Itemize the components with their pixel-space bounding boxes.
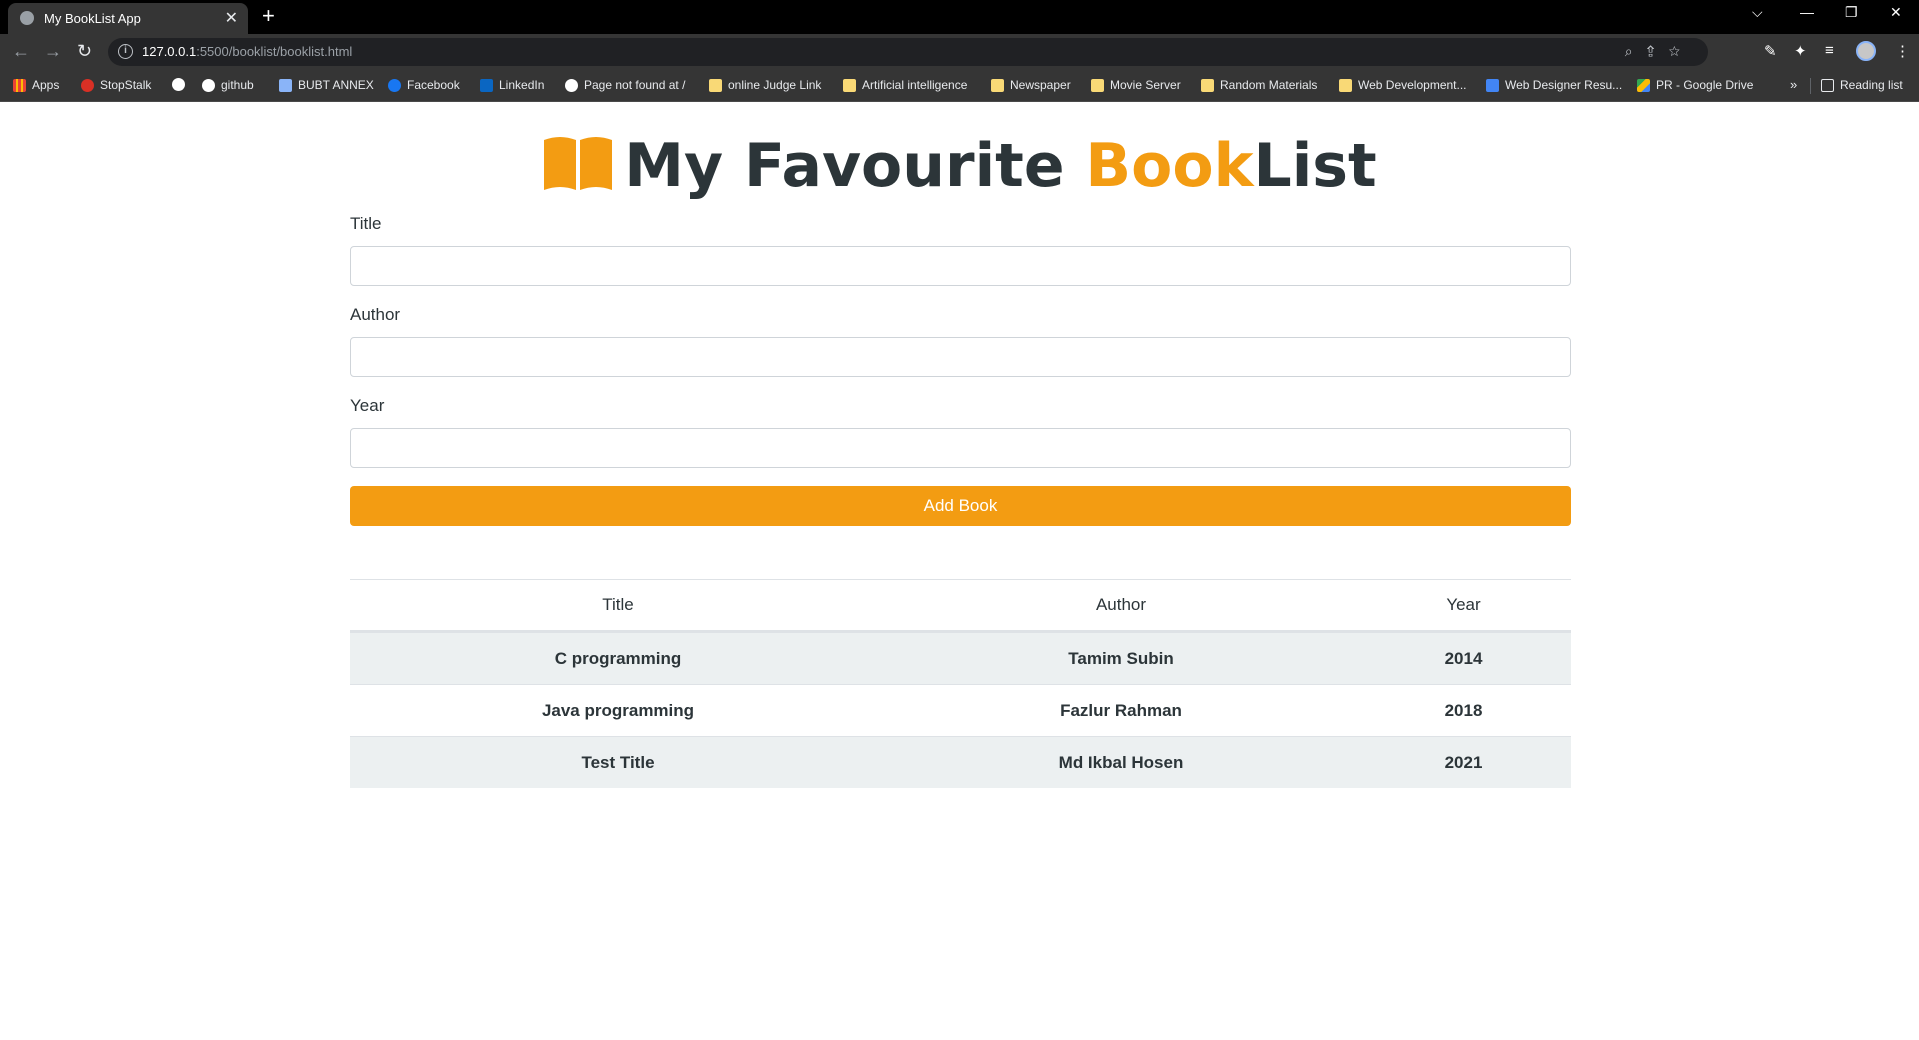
book-author-cell: Fazlur Rahman bbox=[1060, 700, 1182, 720]
book-title-cell: Test Title bbox=[581, 752, 655, 772]
window-close-icon[interactable]: ✕ bbox=[1890, 4, 1902, 21]
bookmarks-overflow-icon[interactable]: » bbox=[1790, 77, 1797, 92]
folder-icon bbox=[843, 78, 856, 92]
close-icon[interactable]: ✕ bbox=[225, 8, 238, 28]
folder-icon bbox=[709, 78, 722, 92]
folder-icon bbox=[1091, 78, 1104, 92]
globe-icon bbox=[172, 78, 185, 91]
star-icon: ☆ bbox=[1668, 43, 1694, 59]
bookmark-bubt-annex[interactable]: BUBT ANNEX bbox=[279, 78, 374, 92]
reading-list-icon bbox=[1821, 78, 1834, 92]
share-icon: ⇪ bbox=[1646, 43, 1669, 59]
restore-icon[interactable]: ❐ bbox=[1845, 4, 1858, 21]
book-title-cell: C programming bbox=[554, 648, 682, 668]
book-year-cell: 2014 bbox=[1444, 648, 1483, 668]
title-text: My Favourite bbox=[624, 131, 1086, 201]
apps-icon bbox=[13, 78, 26, 92]
title-label: Title bbox=[350, 214, 382, 233]
bookmark-globe[interactable] bbox=[172, 78, 185, 91]
bubt-icon bbox=[279, 78, 292, 92]
github-icon bbox=[202, 78, 215, 92]
facebook-icon bbox=[388, 78, 401, 92]
bookmark-github[interactable]: github bbox=[202, 78, 254, 92]
menu-kebab-icon[interactable]: ⋮ bbox=[1895, 42, 1910, 60]
folder-icon bbox=[991, 78, 1004, 92]
zoom-icon: ⌕ bbox=[1624, 43, 1647, 59]
book-year-cell: 2021 bbox=[1444, 752, 1483, 772]
table-header-row: Title Author Year bbox=[350, 579, 1571, 632]
book-open-icon bbox=[544, 137, 613, 190]
title-text-end: List bbox=[1253, 131, 1377, 201]
bookmark-page-not-found[interactable]: Page not found at / bbox=[565, 78, 685, 92]
address-bar-actions[interactable]: ⌕⇪☆ bbox=[1625, 43, 1694, 60]
title-accent-text: Book bbox=[1085, 131, 1254, 201]
bookmarks-divider bbox=[1810, 78, 1811, 94]
tab-title: My BookList App bbox=[44, 11, 141, 26]
minimize-icon[interactable]: — bbox=[1800, 4, 1814, 20]
browser-tab-strip: My BookList App ✕ + ⌵ — ❐ ✕ bbox=[0, 0, 1919, 34]
bookmark-artificial-intelligence[interactable]: Artificial intelligence bbox=[843, 78, 967, 92]
year-label: Year bbox=[350, 396, 385, 415]
reload-icon[interactable]: ↻ bbox=[77, 41, 92, 62]
table-row: Test Title Md Ikbal Hosen 2021 bbox=[350, 736, 1571, 788]
reading-list-button[interactable]: Reading list bbox=[1821, 78, 1903, 92]
bookmark-web-development[interactable]: Web Development... bbox=[1339, 78, 1467, 92]
bookmark-linkedin[interactable]: LinkedIn bbox=[480, 78, 544, 92]
folder-icon bbox=[1201, 78, 1214, 92]
bookmarks-bar: Apps StopStalk github BUBT ANNEX Faceboo… bbox=[0, 70, 1919, 102]
table-row: C programming Tamim Subin 2014 bbox=[350, 632, 1571, 684]
add-book-button[interactable]: Add Book bbox=[350, 486, 1571, 526]
back-icon[interactable]: ← bbox=[12, 41, 30, 62]
bookmark-google-drive[interactable]: PR - Google Drive bbox=[1637, 78, 1753, 92]
table-row: Java programming Fazlur Rahman 2018 bbox=[350, 684, 1571, 736]
bookmark-icon bbox=[1486, 78, 1499, 92]
linkedin-icon bbox=[480, 78, 493, 92]
google-drive-icon bbox=[1637, 78, 1650, 92]
book-title-cell: Java programming bbox=[541, 700, 695, 720]
stopstalk-icon bbox=[81, 78, 94, 92]
author-label: Author bbox=[350, 305, 401, 324]
bookmark-online-judge[interactable]: online Judge Link bbox=[709, 78, 821, 92]
book-table: Title Author Year C programming Tamim Su… bbox=[350, 579, 1571, 788]
column-header-title: Title bbox=[602, 595, 634, 614]
extension-icon[interactable]: ✎ bbox=[1764, 42, 1777, 60]
forward-icon[interactable]: → bbox=[44, 41, 62, 62]
browser-toolbar: ← → ↻ i 127.0.0.1:5500/booklist/booklist… bbox=[0, 34, 1919, 70]
profile-avatar[interactable] bbox=[1856, 41, 1876, 61]
bookmark-facebook[interactable]: Facebook bbox=[388, 78, 460, 92]
column-header-author: Author bbox=[1095, 595, 1147, 614]
bookmark-movie-server[interactable]: Movie Server bbox=[1091, 78, 1181, 92]
media-icon[interactable]: ≡ bbox=[1825, 42, 1834, 59]
author-input[interactable] bbox=[350, 337, 1571, 377]
bookmark-stopstalk[interactable]: StopStalk bbox=[81, 78, 151, 92]
title-input[interactable] bbox=[350, 246, 1571, 286]
bookmark-apps[interactable]: Apps bbox=[13, 78, 59, 92]
year-input[interactable] bbox=[350, 428, 1571, 468]
folder-icon bbox=[1339, 78, 1352, 92]
globe-icon bbox=[20, 11, 34, 25]
book-author-cell: Md Ikbal Hosen bbox=[1058, 752, 1184, 772]
info-icon[interactable]: i bbox=[118, 44, 133, 59]
bookmark-web-designer[interactable]: Web Designer Resu... bbox=[1486, 78, 1622, 92]
book-author-cell: Tamim Subin bbox=[1068, 648, 1174, 668]
column-header-year: Year bbox=[1446, 595, 1481, 614]
active-tab[interactable]: My BookList App ✕ bbox=[8, 3, 248, 34]
bookmark-random-materials[interactable]: Random Materials bbox=[1201, 78, 1317, 92]
page-title: My Favourite BookList bbox=[0, 131, 1919, 201]
address-bar[interactable]: i 127.0.0.1:5500/booklist/booklist.html … bbox=[108, 38, 1708, 66]
book-year-cell: 2018 bbox=[1444, 700, 1483, 720]
globe-icon bbox=[565, 78, 578, 92]
extensions-puzzle-icon[interactable]: ✦ bbox=[1794, 42, 1807, 60]
url-text: 127.0.0.1:5500/booklist/booklist.html bbox=[142, 44, 353, 59]
page-body: My Favourite BookList Title Author Year … bbox=[0, 103, 1919, 1040]
new-tab-icon[interactable]: + bbox=[262, 3, 275, 29]
tab-search-icon[interactable]: ⌵ bbox=[1752, 4, 1763, 21]
bookmark-newspaper[interactable]: Newspaper bbox=[991, 78, 1071, 92]
